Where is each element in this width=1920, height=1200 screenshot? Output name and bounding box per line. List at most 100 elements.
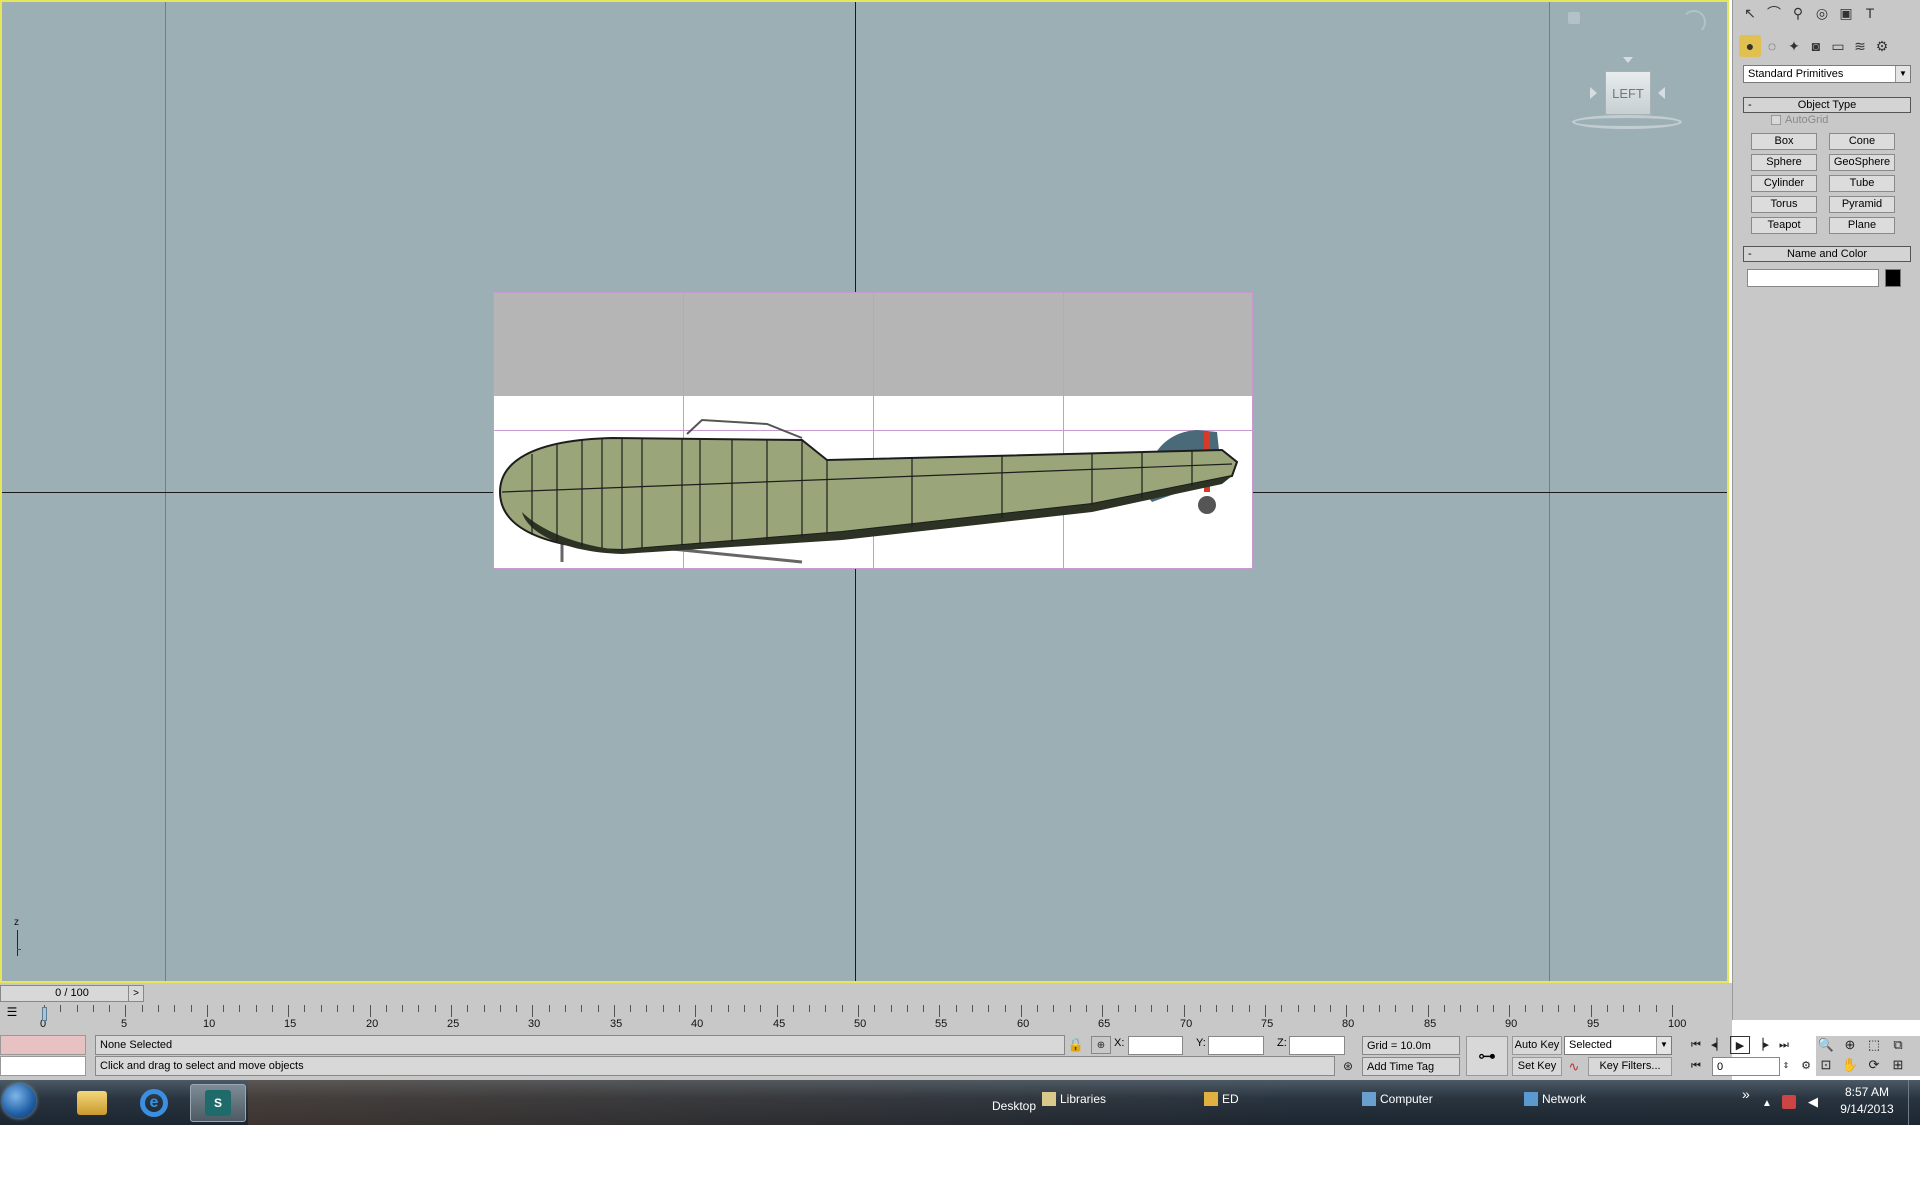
show-hidden-icons-icon[interactable]: ▲	[1762, 1094, 1772, 1114]
key-mode-icon[interactable]: ⏮	[1686, 1057, 1706, 1075]
motion-tab-icon[interactable]: ◎	[1811, 2, 1833, 24]
libraries-item[interactable]: Libraries	[1042, 1089, 1106, 1109]
object-name-input[interactable]	[1747, 269, 1879, 287]
home-icon[interactable]	[1568, 12, 1580, 24]
previous-frame-icon[interactable]: ◂▏	[1708, 1036, 1728, 1054]
internet-explorer-icon[interactable]: e	[134, 1084, 174, 1122]
autogrid-checkbox[interactable]	[1771, 115, 1781, 125]
viewcube-ring[interactable]	[1572, 115, 1682, 129]
object-type-rollout-header[interactable]: - Object Type	[1743, 97, 1911, 113]
3ds-max-taskbar-icon[interactable]: S	[190, 1084, 246, 1122]
add-time-tag-button[interactable]: Add Time Tag	[1362, 1057, 1460, 1076]
display-tab-icon[interactable]: ▣	[1835, 2, 1857, 24]
z-coordinate-input[interactable]	[1289, 1036, 1345, 1055]
clock[interactable]: 8:57 AM 9/14/2013	[1832, 1084, 1902, 1118]
maximize-viewport-icon[interactable]: ⊞	[1888, 1056, 1908, 1074]
time-slider-marker[interactable]	[42, 1007, 47, 1021]
curve-editor-icon[interactable]: ∿	[1564, 1058, 1584, 1076]
systems-icon[interactable]: ⚙	[1871, 35, 1893, 57]
cylinder-button[interactable]: Cylinder	[1751, 175, 1817, 192]
shapes-icon[interactable]: ◌	[1761, 35, 1783, 57]
action-center-icon[interactable]	[1782, 1092, 1796, 1112]
chevron-down-icon[interactable]: ▼	[1656, 1037, 1671, 1054]
viewcube-left-arrow-icon[interactable]	[1590, 87, 1597, 99]
volume-icon[interactable]: ◀	[1808, 1092, 1818, 1112]
sphere-button[interactable]: Sphere	[1751, 154, 1817, 171]
set-key-icon[interactable]: ⊶	[1466, 1036, 1508, 1076]
time-slider[interactable]: 0 / 100	[0, 985, 144, 1002]
geometry-icon[interactable]: ●	[1739, 35, 1761, 57]
zoom-icon[interactable]: 🔍	[1816, 1036, 1836, 1054]
utilities-tab-icon[interactable]: T	[1859, 2, 1881, 24]
go-to-start-icon[interactable]: ⏮	[1686, 1036, 1706, 1054]
left-viewport[interactable]: LEFT z	[0, 0, 1729, 983]
torus-button[interactable]: Torus	[1751, 196, 1817, 213]
teapot-button[interactable]: Teapot	[1751, 217, 1817, 234]
file-explorer-icon[interactable]	[72, 1084, 112, 1122]
zoom-all-icon[interactable]: ⊕	[1840, 1036, 1860, 1054]
viewcube-right-arrow-icon[interactable]	[1658, 87, 1665, 99]
collapse-icon[interactable]: -	[1748, 247, 1752, 261]
pyramid-button[interactable]: Pyramid	[1829, 196, 1895, 213]
modify-tab-icon[interactable]: ⌒	[1763, 2, 1785, 24]
viewcube[interactable]: LEFT	[1562, 47, 1692, 137]
play-icon[interactable]: ▶	[1730, 1036, 1750, 1054]
zoom-extents-all-icon[interactable]: ⧉	[1888, 1036, 1908, 1054]
time-tag-icon[interactable]: ⊛	[1338, 1057, 1358, 1075]
field-of-view-icon[interactable]: ⊡	[1816, 1056, 1836, 1074]
next-frame-arrow-icon[interactable]: >	[128, 985, 144, 1002]
time-configuration-icon[interactable]: ⚙	[1796, 1057, 1816, 1075]
desktop-toolbar[interactable]: Desktop	[992, 1096, 1036, 1116]
show-desktop-button[interactable]	[1908, 1080, 1920, 1125]
pan-view-icon[interactable]: ✋	[1840, 1056, 1860, 1074]
selection-status: None Selected	[95, 1035, 1065, 1055]
desktop-label: Desktop	[992, 1099, 1037, 1113]
helpers-icon[interactable]: ▭	[1827, 35, 1849, 57]
auto-key-button[interactable]: Auto Key	[1512, 1036, 1562, 1055]
key-filters-button[interactable]: Key Filters...	[1588, 1057, 1672, 1076]
plane-button[interactable]: Plane	[1829, 217, 1895, 234]
ed-item[interactable]: ED	[1204, 1089, 1239, 1109]
object-type-title: Object Type	[1797, 99, 1857, 111]
track-bar-tick	[1656, 1005, 1657, 1012]
name-and-color-rollout-header[interactable]: - Name and Color	[1743, 246, 1911, 262]
track-bar-menu-icon[interactable]: ☰	[0, 1005, 24, 1023]
collapse-icon[interactable]: -	[1748, 98, 1752, 112]
computer-item[interactable]: Computer	[1362, 1089, 1433, 1109]
toolbar-overflow[interactable]: »	[1742, 1084, 1750, 1104]
spacewarps-icon[interactable]: ≋	[1849, 35, 1871, 57]
lock-icon[interactable]: 🔒	[1066, 1036, 1086, 1054]
go-to-end-icon[interactable]: ⏭	[1774, 1036, 1794, 1054]
cone-button[interactable]: Cone	[1829, 133, 1895, 150]
category-dropdown[interactable]: Standard Primitives ▼	[1743, 65, 1911, 83]
x-coordinate-input[interactable]	[1128, 1036, 1183, 1055]
color-swatch[interactable]	[1885, 269, 1901, 287]
viewcube-face[interactable]: LEFT	[1605, 71, 1651, 115]
lights-icon[interactable]: ✦	[1783, 35, 1805, 57]
maxscript-listener-mini[interactable]	[0, 1035, 86, 1055]
track-bar[interactable]: 0 5 10 15 20 25 30 35 40 45 50 55 60 65 70 75 80 85 90 95 10…	[40, 1005, 1686, 1033]
viewcube-up-arrow-icon[interactable]	[1623, 57, 1633, 63]
rotate-view-icon[interactable]	[1682, 10, 1706, 34]
orbit-icon[interactable]: ⟳	[1864, 1056, 1884, 1074]
next-frame-icon[interactable]: ▕▸	[1752, 1036, 1772, 1054]
frame-spinner-icon[interactable]: ⇕	[1776, 1057, 1796, 1075]
current-frame-input[interactable]: 0	[1712, 1057, 1780, 1076]
maxscript-input[interactable]	[0, 1056, 86, 1076]
selected-dropdown[interactable]: Selected ▼	[1564, 1036, 1672, 1055]
network-item[interactable]: Network	[1524, 1089, 1586, 1109]
zoom-extents-icon[interactable]: ⬚	[1864, 1036, 1884, 1054]
y-coordinate-input[interactable]	[1208, 1036, 1264, 1055]
tube-button[interactable]: Tube	[1829, 175, 1895, 192]
create-tab-icon[interactable]: ↖	[1739, 2, 1761, 24]
geosphere-button[interactable]: GeoSphere	[1829, 154, 1895, 171]
chevron-down-icon[interactable]: ▼	[1895, 66, 1910, 82]
absolute-mode-icon[interactable]: ⊕	[1091, 1036, 1111, 1054]
airplane-model[interactable]	[492, 392, 1272, 582]
cameras-icon[interactable]: ◙	[1805, 35, 1827, 57]
track-bar-tick-label: 80	[1342, 1018, 1355, 1030]
hierarchy-tab-icon[interactable]: ⚲	[1787, 2, 1809, 24]
set-key-button[interactable]: Set Key	[1512, 1057, 1562, 1076]
box-button[interactable]: Box	[1751, 133, 1817, 150]
start-button-icon[interactable]	[2, 1084, 36, 1118]
